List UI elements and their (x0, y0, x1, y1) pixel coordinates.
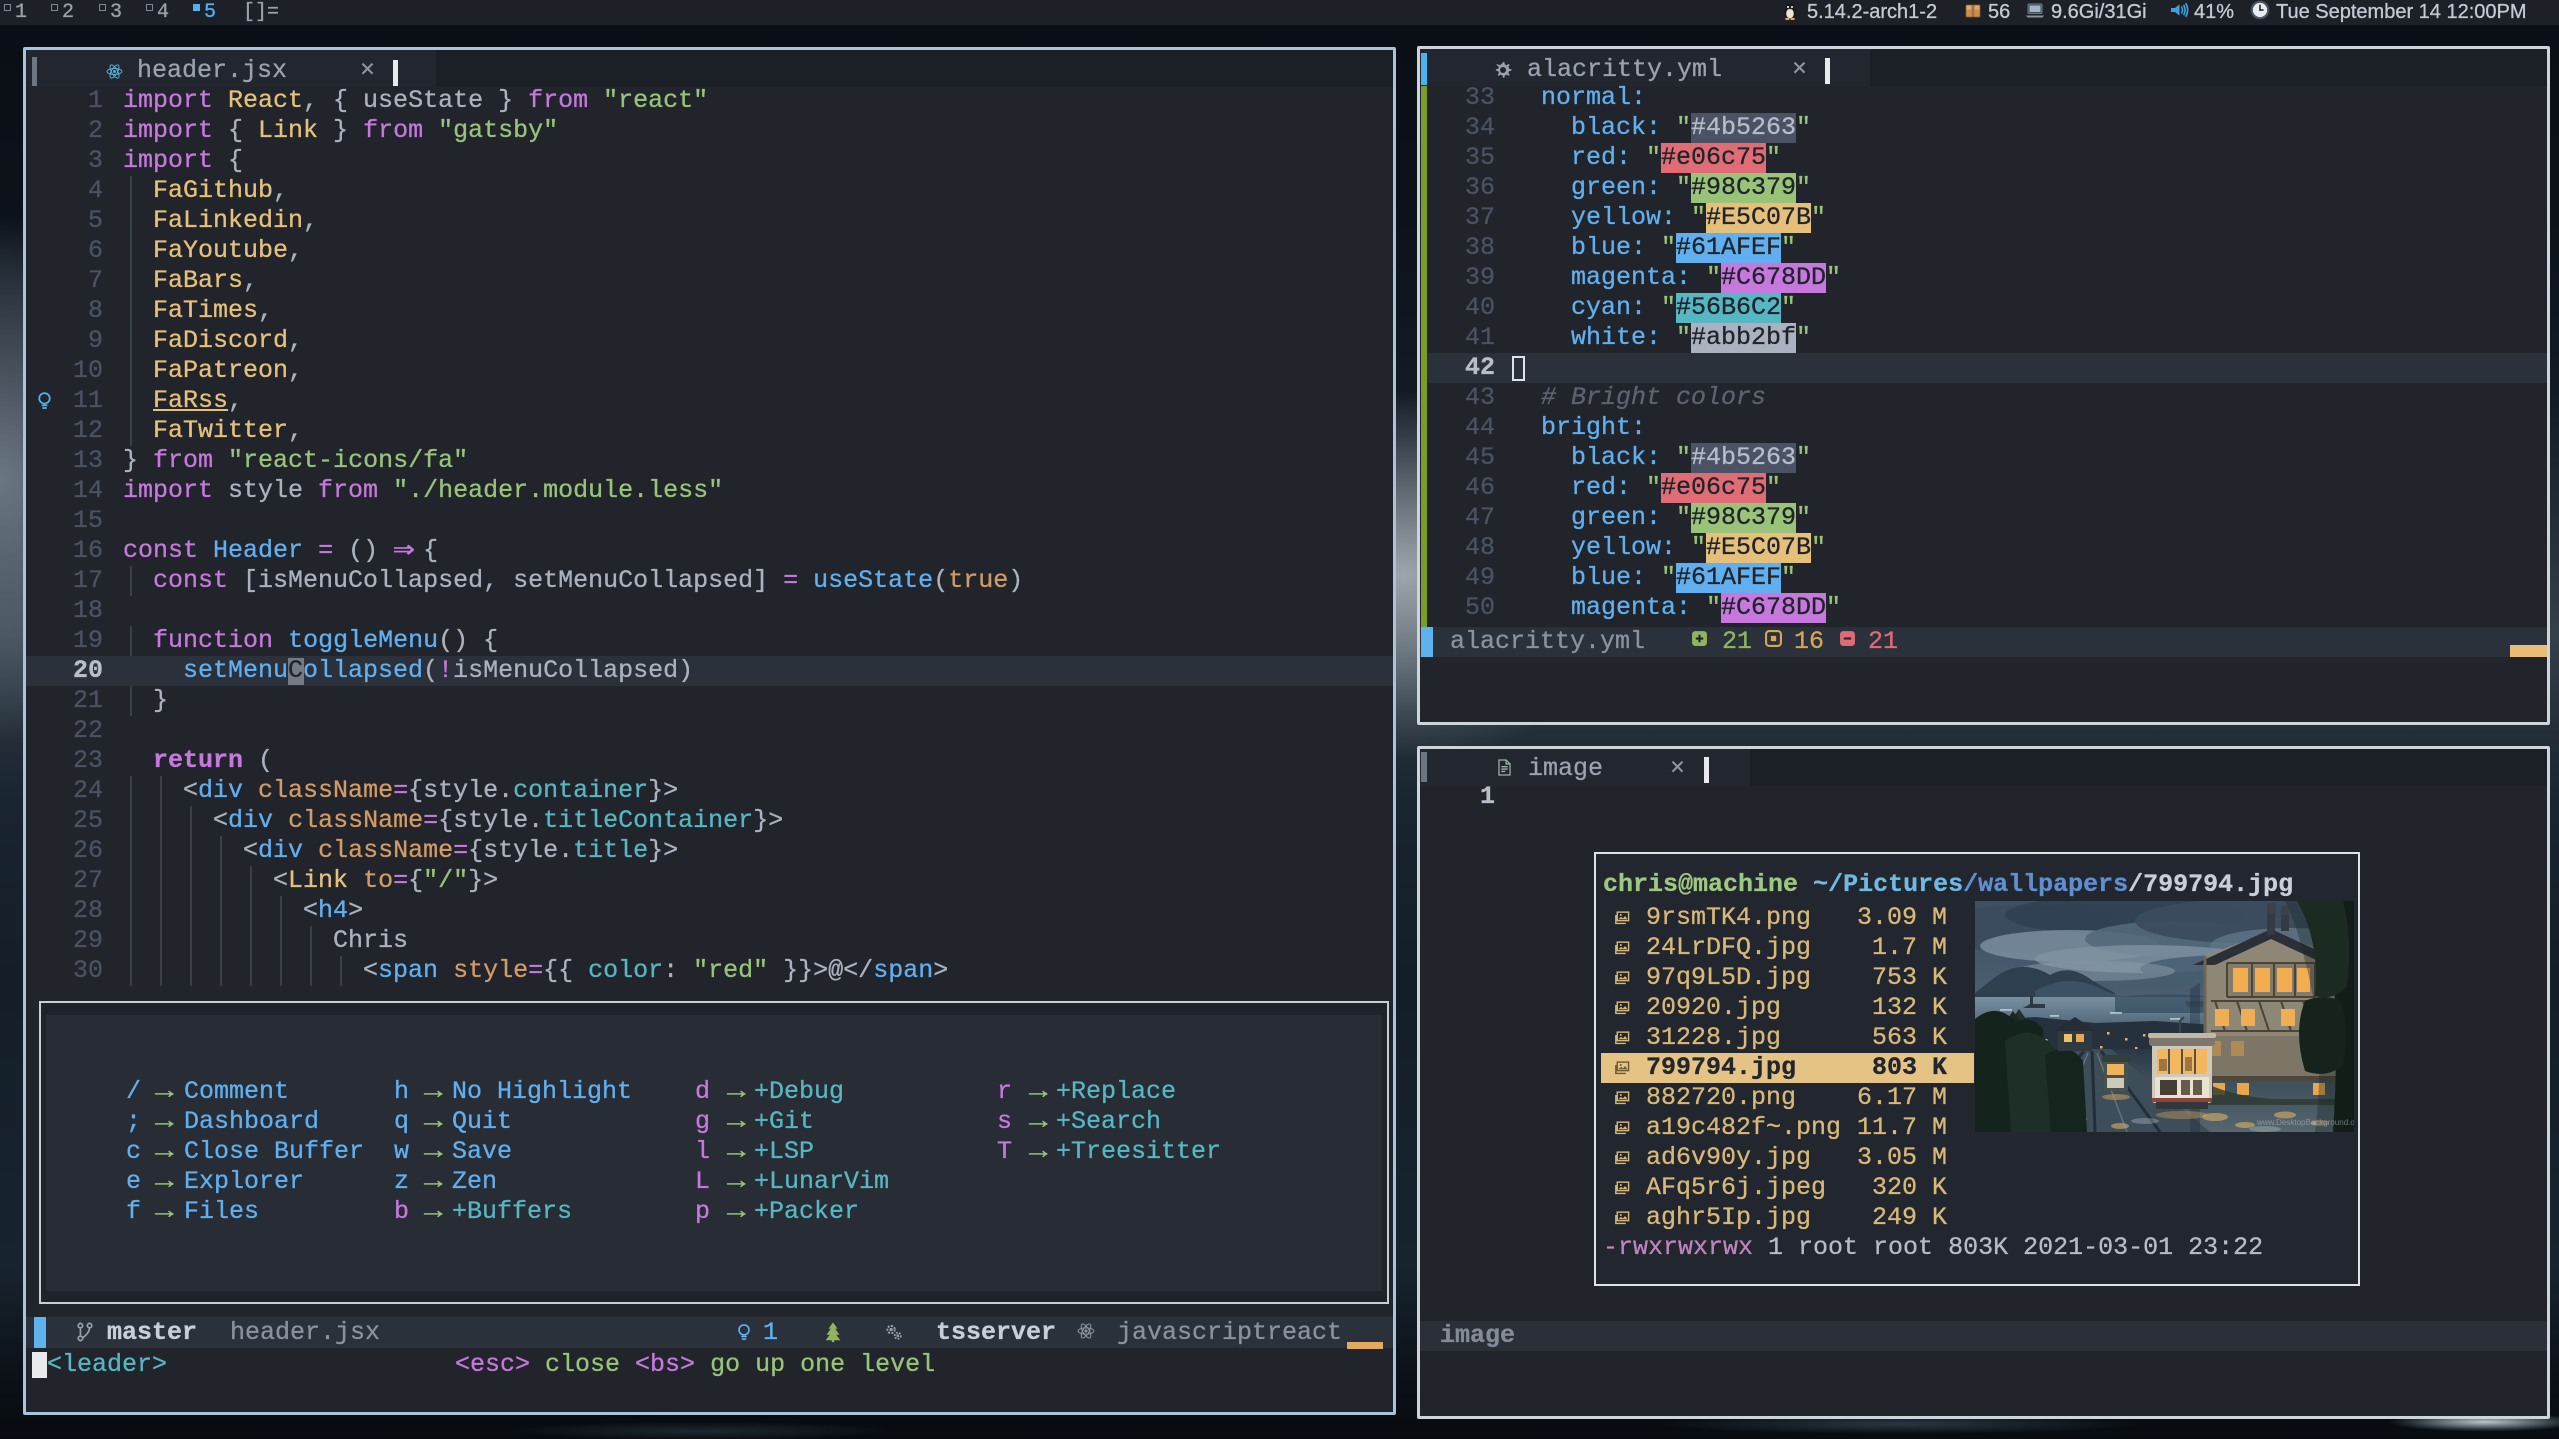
svg-text:www.DesktopBackground.org: www.DesktopBackground.org (2256, 1118, 2354, 1127)
